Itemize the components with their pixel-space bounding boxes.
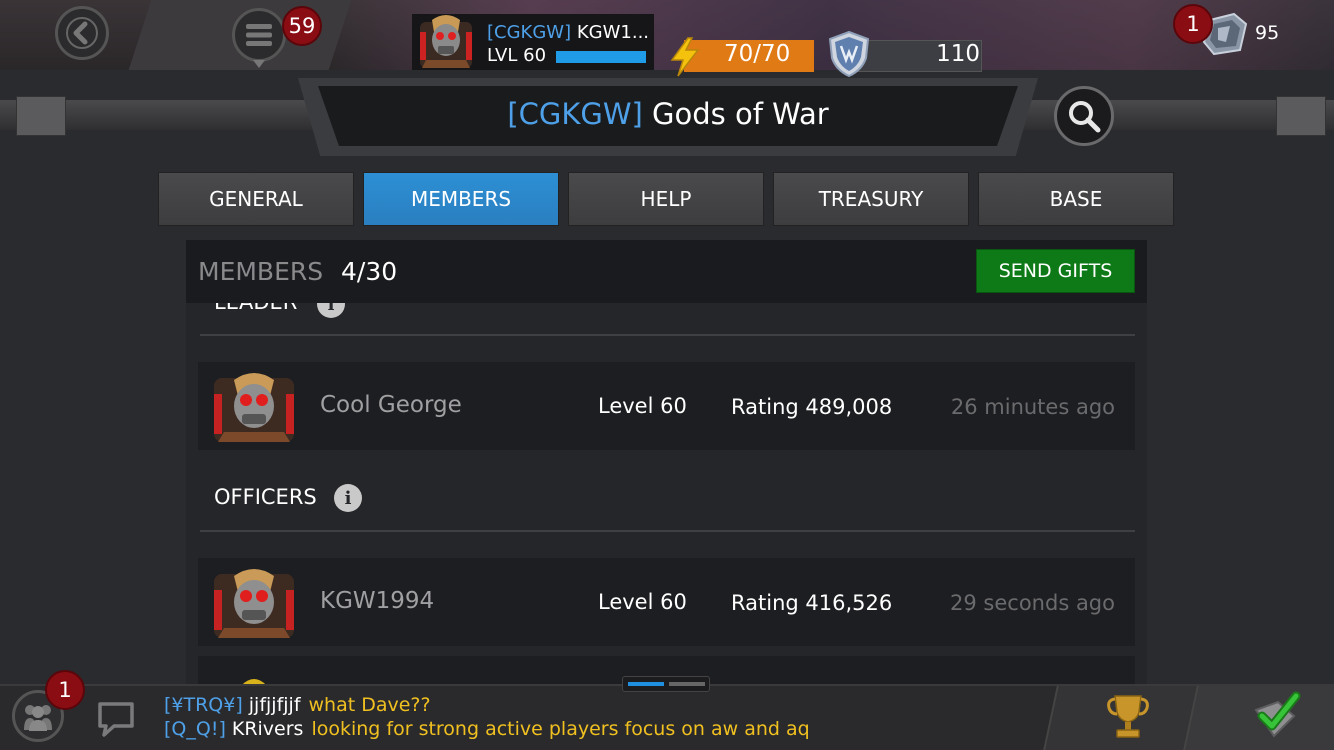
hero-avatar-icon (420, 15, 472, 68)
units-counter[interactable] (1200, 10, 1300, 56)
player-username: KGW1... (576, 22, 650, 43)
menu-notification-badge: 59 (282, 6, 322, 46)
tab-members[interactable]: MEMBERS (363, 172, 559, 226)
player-alliance-tag: [CGKGW] (487, 22, 572, 43)
member-avatar-icon (214, 373, 294, 442)
menu-icon (246, 24, 272, 46)
officers-info-icon[interactable]: i (334, 484, 362, 512)
menu-button[interactable] (232, 8, 286, 62)
member-rating: Rating 489,008 (731, 395, 893, 419)
search-button[interactable] (1054, 86, 1114, 146)
arena-shield-icon (828, 30, 870, 78)
xp-progress-bar (556, 51, 646, 63)
lightning-bolt-icon (670, 37, 700, 77)
player-profile[interactable]: [CGKGW] KGW1... LVL 60 (412, 14, 654, 70)
chat-message[interactable]: [Q_Q!] KRivers looking for strong active p… (164, 718, 810, 740)
checkmark-icon (1254, 691, 1301, 738)
members-label: MEMBERS (198, 257, 324, 286)
energy-value: 70/70 (724, 41, 791, 67)
member-rating: Rating 416,526 (731, 591, 893, 615)
top-bar (0, 0, 1334, 70)
leader-divider (200, 334, 1135, 336)
members-header: MEMBERS 4/30 SEND GIFTS (186, 240, 1147, 303)
chat-sender: jjfjjfjjf (248, 694, 301, 716)
members-count: 4/30 (341, 257, 398, 286)
units-notification-badge: 1 (1173, 4, 1213, 44)
chat-tag: [Q_Q!] (164, 718, 226, 740)
chat-tag: [¥TRQ¥] (164, 694, 243, 716)
member-level: Level 60 (598, 590, 687, 614)
alliance-title: [CGKGW] Gods of War (318, 97, 1018, 131)
page-indicator-active (628, 682, 664, 686)
tab-base[interactable]: BASE (978, 172, 1174, 226)
page-indicator (622, 676, 710, 692)
member-name: Cool George (320, 392, 462, 418)
player-name: [CGKGW] KGW1... (487, 22, 649, 43)
chat-text: what Dave?? (308, 694, 431, 716)
member-level: Level 60 (598, 394, 687, 418)
member-row[interactable]: KGW1994 Level 60 Rating 416,526 29 secon… (198, 558, 1135, 646)
search-icon (1069, 101, 1101, 133)
member-row[interactable]: Cool George Level 60 Rating 489,008 26 m… (198, 362, 1135, 450)
tab-help[interactable]: HELP (568, 172, 764, 226)
arena-rating-value: 110 (936, 41, 980, 67)
units-value: 95 (1255, 22, 1280, 44)
member-name: KGW1994 (320, 588, 435, 614)
chat-bubble-icon[interactable] (96, 698, 136, 738)
member-avatar-icon (214, 569, 294, 638)
tab-general[interactable]: GENERAL (158, 172, 354, 226)
back-arrow-icon (66, 17, 98, 49)
player-level: LVL 60 (487, 45, 547, 66)
alliance-name: Gods of War (652, 97, 829, 131)
member-avatar-icon (241, 679, 267, 685)
page-indicator-inactive (669, 682, 705, 686)
member-last-seen: 26 minutes ago (950, 395, 1115, 419)
members-panel[interactable]: LEADER i Cool George Level 60 Rating 489… (186, 240, 1147, 685)
banner-post-right (1276, 96, 1326, 136)
chat-message[interactable]: [¥TRQ¥] jjfjjfjjf what Dave?? (164, 694, 431, 716)
trophy-icon (1107, 695, 1149, 738)
alliance-notification-badge: 1 (45, 670, 85, 710)
member-last-seen: 29 seconds ago (950, 591, 1115, 615)
alliance-tag: [CGKGW] (507, 97, 643, 131)
menu-pointer (253, 60, 265, 68)
officers-divider (200, 530, 1135, 532)
send-gifts-button[interactable]: SEND GIFTS (976, 249, 1135, 293)
back-button[interactable] (55, 6, 109, 60)
chat-text: looking for strong active players focus … (311, 718, 810, 740)
chat-sender: KRivers (231, 718, 304, 740)
officers-section-title: OFFICERS (214, 485, 317, 509)
banner-post-left (16, 96, 66, 136)
tab-treasury[interactable]: TREASURY (773, 172, 969, 226)
